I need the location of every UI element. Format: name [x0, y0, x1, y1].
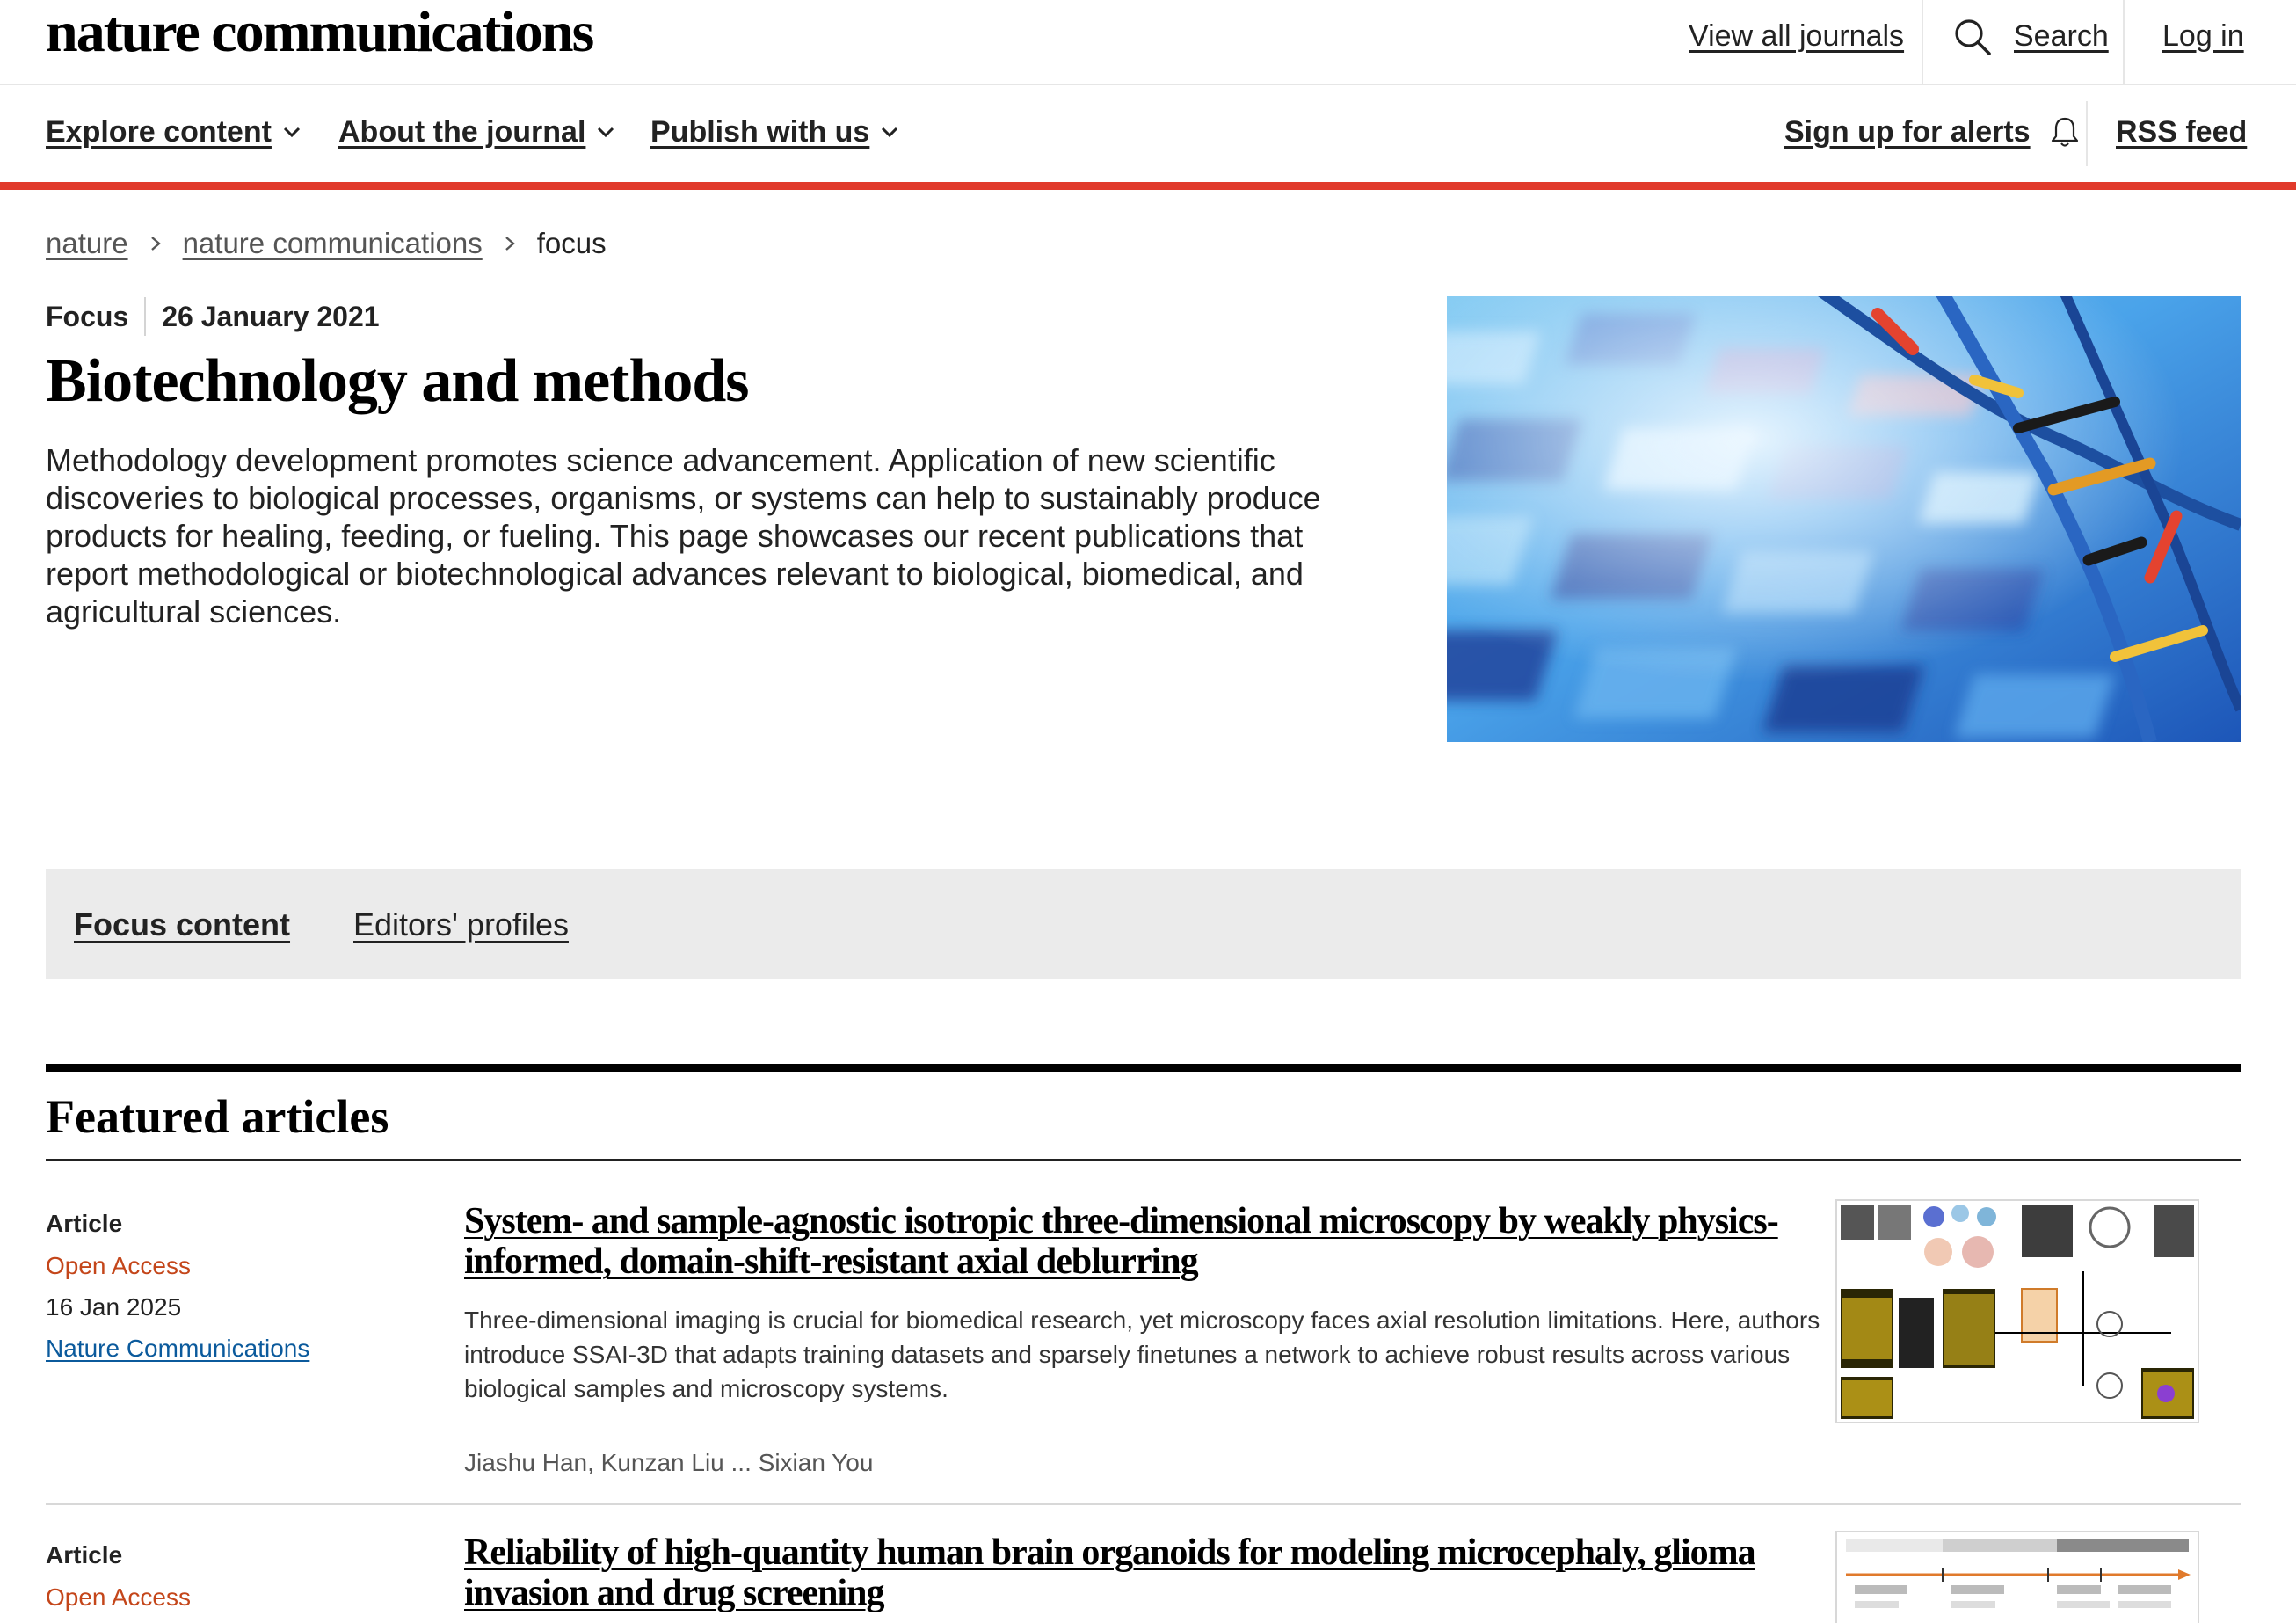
dna-gel-illustration	[1447, 296, 2241, 742]
alerts-label: Sign up for alerts	[1784, 115, 2031, 149]
accent-bar	[0, 182, 2296, 190]
nav-about-journal[interactable]: About the journal	[338, 113, 615, 150]
open-access-label: Open Access	[46, 1252, 191, 1279]
top-header: nature communications View all journals …	[0, 0, 2296, 85]
chevron-right-icon	[505, 237, 515, 251]
nav-explore-content[interactable]: Explore content	[46, 113, 302, 150]
rss-feed-link[interactable]: RSS feed	[2116, 113, 2247, 150]
chevron-right-icon	[150, 237, 161, 251]
breadcrumb-nature-communications[interactable]: nature communications	[183, 225, 483, 262]
header-divider	[2123, 0, 2125, 84]
nav-about-label: About the journal	[338, 115, 586, 149]
section-underline	[46, 1159, 2241, 1161]
article-item: Article Open Access Reliability of high-…	[46, 1531, 2241, 1623]
sign-up-alerts-link[interactable]: Sign up for alerts	[1784, 113, 2080, 150]
article-title-link[interactable]: Reliability of high-quantity human brain…	[464, 1532, 1835, 1613]
tab-editors-profiles[interactable]: Editors' profiles	[353, 906, 569, 944]
article-type: Article	[46, 1210, 123, 1237]
breadcrumb-nature[interactable]: nature	[46, 225, 128, 262]
chevron-down-icon	[598, 127, 614, 138]
article-title-link[interactable]: System- and sample-agnostic isotropic th…	[464, 1201, 1835, 1282]
nav-divider	[2086, 101, 2088, 166]
journal-logo[interactable]: nature communications	[46, 2, 594, 63]
page-title: Biotechnology and methods	[46, 347, 750, 415]
publish-date: 26 January 2021	[162, 301, 380, 332]
view-all-journals-link[interactable]: View all journals	[1689, 18, 1904, 55]
article-divider	[46, 1503, 2241, 1505]
chevron-down-icon	[882, 127, 898, 138]
search-link[interactable]: Search	[2014, 18, 2109, 55]
nav-publish-with-us[interactable]: Publish with us	[650, 113, 899, 150]
section-rule	[46, 1064, 2241, 1072]
article-thumbnail[interactable]	[1835, 1531, 2199, 1623]
hero-image	[1447, 296, 2241, 742]
article-abstract: Three-dimensional imaging is crucial for…	[464, 1306, 1820, 1402]
journal-link[interactable]: Nature Communications	[46, 1333, 309, 1365]
search-icon[interactable]	[1953, 18, 1992, 56]
focus-tabs: Focus content Editors' profiles	[46, 869, 2241, 979]
article-authors: Jiashu Han, Kunzan Liu ... Sixian You	[464, 1449, 874, 1476]
content-type: Focus	[46, 301, 129, 332]
article-date: 16 Jan 2025	[46, 1293, 182, 1321]
focus-description: Methodology development promotes science…	[46, 442, 1321, 630]
header-divider	[1922, 0, 1923, 84]
microscopy-figure-thumbnail	[1837, 1201, 2198, 1422]
login-link[interactable]: Log in	[2162, 18, 2244, 55]
tab-focus-content[interactable]: Focus content	[74, 906, 290, 944]
section-title: Featured articles	[46, 1090, 389, 1143]
article-item: Article Open Access 16 Jan 2025 Nature C…	[46, 1199, 2241, 1476]
open-access-label: Open Access	[46, 1583, 191, 1611]
meta-divider	[144, 297, 147, 336]
chevron-down-icon	[283, 127, 300, 138]
nav-publish-label: Publish with us	[650, 115, 870, 149]
breadcrumb: nature nature communications focus	[46, 225, 607, 262]
nav-explore-label: Explore content	[46, 115, 272, 149]
organoid-timeline-thumbnail	[1837, 1532, 2198, 1623]
article-type: Article	[46, 1541, 123, 1568]
focus-meta: Focus 26 January 2021	[46, 297, 380, 336]
breadcrumb-current: focus	[536, 227, 607, 259]
bell-icon	[2051, 117, 2078, 147]
article-thumbnail[interactable]	[1835, 1199, 2199, 1423]
main-nav: Explore content About the journal Publis…	[0, 85, 2296, 182]
